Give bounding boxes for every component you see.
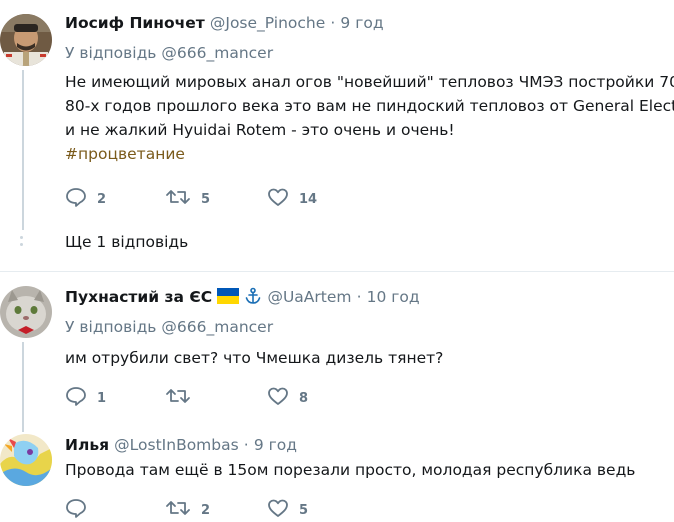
thread-dots bbox=[20, 236, 23, 250]
display-name[interactable]: Иосиф Пиночет bbox=[65, 14, 205, 32]
retweet-icon bbox=[165, 498, 191, 522]
mention-link[interactable]: @666_mancer bbox=[161, 44, 273, 62]
display-name[interactable]: Пухнастий за ЄС bbox=[65, 288, 212, 306]
replying-to: У відповідь @666_mancer bbox=[65, 318, 273, 336]
thread-line bbox=[22, 342, 24, 432]
tweet-header: Илья @LostInBombas · 9 год bbox=[65, 435, 297, 454]
timestamp[interactable]: 10 год bbox=[367, 288, 420, 306]
reply-button[interactable]: 2 bbox=[65, 187, 106, 211]
tweet-header: Пухнастий за ЄС @UaArtem · 10 год bbox=[65, 287, 420, 306]
timestamp[interactable]: 9 год bbox=[254, 436, 297, 454]
timestamp[interactable]: 9 год bbox=[340, 14, 383, 32]
like-icon bbox=[267, 187, 289, 211]
like-icon bbox=[267, 386, 289, 410]
reply-icon bbox=[65, 187, 87, 211]
like-button[interactable]: 14 bbox=[267, 187, 317, 211]
retweet-icon bbox=[165, 386, 191, 410]
like-count: 8 bbox=[299, 390, 309, 406]
reply-count: 1 bbox=[97, 390, 107, 406]
thread-line bbox=[22, 70, 24, 230]
separator-dot: · bbox=[243, 436, 249, 454]
replying-to: У відповідь @666_mancer bbox=[65, 44, 273, 62]
like-count: 5 bbox=[299, 502, 309, 518]
retweet-count: 5 bbox=[201, 191, 211, 207]
separator-dot: · bbox=[330, 14, 336, 32]
avatar[interactable] bbox=[0, 434, 52, 486]
tweet-text: Провода там ещё в 15ом порезали просто, … bbox=[65, 461, 636, 479]
reply-count: 2 bbox=[97, 191, 107, 207]
mention-link[interactable]: @666_mancer bbox=[161, 318, 273, 336]
avatar[interactable] bbox=[0, 286, 52, 338]
retweet-button[interactable] bbox=[165, 386, 201, 410]
tweet-text-line: 80-х годов прошлого века это вам не пинд… bbox=[65, 97, 674, 115]
user-handle[interactable]: @UaArtem bbox=[267, 288, 351, 306]
tweet-text: Не имеющий мировых анал огов "новейший" … bbox=[65, 70, 674, 166]
retweet-button[interactable]: 2 bbox=[165, 498, 210, 522]
replying-prefix: У відповідь bbox=[65, 44, 157, 62]
tweet-text-line: Не имеющий мировых анал огов "новейший" … bbox=[65, 73, 674, 91]
replying-prefix: У відповідь bbox=[65, 318, 157, 336]
reply-icon bbox=[65, 386, 87, 410]
show-more-replies-link[interactable]: Ще 1 відповідь bbox=[65, 233, 188, 251]
retweet-icon bbox=[165, 187, 191, 211]
anchor-icon bbox=[244, 287, 262, 305]
like-icon bbox=[267, 498, 289, 522]
tweet-text: им отрубили свет? что Чмешка дизель тяне… bbox=[65, 349, 444, 367]
hashtag-link[interactable]: #процветание bbox=[65, 142, 674, 166]
separator-dot: · bbox=[356, 288, 362, 306]
avatar[interactable] bbox=[0, 14, 52, 66]
display-name[interactable]: Илья bbox=[65, 436, 109, 454]
tweet-header: Иосиф Пиночет @Jose_Pinoche · 9 год bbox=[65, 13, 384, 32]
user-handle[interactable]: @LostInBombas bbox=[114, 436, 239, 454]
tweet-text-line: и не жалкий Hyuidai Rotem - это очень и … bbox=[65, 121, 455, 139]
tweet-2: Пухнастий за ЄС @UaArtem · 10 год У відп… bbox=[0, 272, 674, 432]
reply-button[interactable]: 1 bbox=[65, 386, 106, 410]
like-count: 14 bbox=[299, 191, 318, 207]
reply-icon bbox=[65, 498, 87, 522]
tweet-3: Илья @LostInBombas · 9 год Провода там е… bbox=[0, 432, 674, 518]
tweet-1: Иосиф Пиночет @Jose_Pinoche · 9 год У ві… bbox=[0, 0, 674, 272]
retweet-button[interactable]: 5 bbox=[165, 187, 210, 211]
retweet-count: 2 bbox=[201, 502, 211, 518]
like-button[interactable]: 8 bbox=[267, 386, 308, 410]
user-handle[interactable]: @Jose_Pinoche bbox=[210, 14, 325, 32]
flag-ukraine-icon bbox=[217, 288, 240, 304]
reply-button[interactable] bbox=[65, 498, 97, 522]
like-button[interactable]: 5 bbox=[267, 498, 308, 522]
